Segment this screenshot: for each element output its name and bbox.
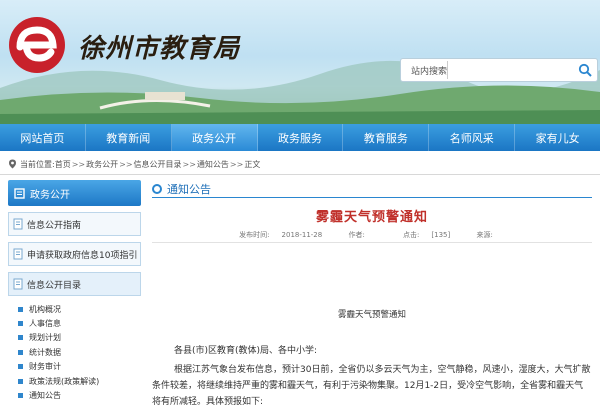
- article-paragraph: 根据江苏气象台发布信息，预计30日前，全省仍以多云天气为主，空气静稳，风速小，湿…: [152, 365, 591, 406]
- breadcrumb-prefix: 当前位置:: [20, 159, 55, 169]
- bullet-icon: [18, 393, 23, 399]
- doc-icon: [9, 278, 27, 290]
- nav-item-home[interactable]: 网站首页: [0, 124, 86, 151]
- sidebar-item-plans[interactable]: 规划计划: [8, 331, 141, 345]
- site-logo-text: 徐州市教育局: [78, 34, 241, 64]
- search-input[interactable]: [447, 61, 573, 79]
- main-nav: 网站首页 教育新闻 政务公开 政务服务 教育服务 名师风采 家有儿女: [0, 124, 600, 151]
- meta-date: 发布时间: 2018-11-28: [239, 231, 323, 239]
- meta-source: 来源:: [476, 231, 493, 239]
- sidebar-item-org[interactable]: 机构概况: [8, 302, 141, 316]
- sidebar-item-label: 政策法规(政策解读): [29, 376, 100, 386]
- breadcrumb-notices[interactable]: 通知公告: [197, 159, 229, 170]
- divider: [152, 242, 592, 243]
- search-label: 站内搜索: [411, 66, 448, 77]
- breadcrumb-sep: >>: [71, 159, 86, 169]
- sidebar-item-label: 人事信息: [29, 319, 61, 329]
- nav-item-teachers[interactable]: 名师风采: [429, 124, 516, 151]
- nav-item-news[interactable]: 教育新闻: [86, 124, 172, 151]
- sidebar-item-personnel[interactable]: 人事信息: [8, 316, 141, 330]
- bullet-icon: [18, 335, 23, 341]
- location-pin-icon: [9, 159, 16, 169]
- bullet-icon: [18, 349, 23, 355]
- sidebar-header-label: 政务公开: [30, 189, 70, 201]
- meta-author: 作者:: [348, 231, 365, 239]
- sidebar-item-statistics[interactable]: 统计数据: [8, 345, 141, 359]
- sidebar-item-label: 机构概况: [29, 304, 61, 314]
- sidebar-card-label: 信息公开指南: [27, 220, 82, 231]
- doc-icon: [9, 248, 27, 260]
- breadcrumb-home[interactable]: 首页: [55, 159, 71, 170]
- sidebar-card-apply[interactable]: 申请获取政府信息10项指引: [8, 242, 141, 266]
- search-button[interactable]: [572, 59, 597, 81]
- section-header: 通知公告: [152, 180, 592, 198]
- doc-icon: [9, 218, 27, 230]
- divider: [0, 174, 600, 175]
- sidebar: 政务公开 信息公开指南 申请获取政府信息10项指引 信息公开目录 机构概况 人事…: [8, 180, 141, 406]
- sidebar-item-label: 统计数据: [29, 347, 61, 357]
- bullet-icon: [18, 364, 23, 370]
- breadcrumb-current: 正文: [244, 159, 261, 169]
- breadcrumb-sep: >>: [229, 159, 244, 169]
- breadcrumb-sep: >>: [119, 159, 133, 169]
- sidebar-card-guide[interactable]: 信息公开指南: [8, 212, 141, 236]
- article-meta: 发布时间: 2018-11-28 作者: 点击: [135] 来源:: [152, 230, 592, 240]
- sidebar-header: 政务公开: [8, 180, 141, 206]
- sidebar-card-label: 申请获取政府信息10项指引: [27, 250, 138, 261]
- meta-clicks: 点击: [135]: [403, 231, 451, 239]
- sidebar-item-label: 通知公告: [29, 391, 61, 401]
- breadcrumb-info-catalog[interactable]: 信息公开目录: [134, 159, 182, 170]
- bullet-icon: [18, 378, 23, 384]
- logo-e-icon: [9, 17, 65, 73]
- site-search: 站内搜索: [400, 58, 598, 82]
- site-banner: 徐州市教育局 站内搜索: [0, 0, 600, 124]
- main-content: 通知公告 雾霾天气预警通知 发布时间: 2018-11-28 作者: 点击: [13…: [152, 180, 592, 406]
- nav-item-government-affairs[interactable]: 政务公开: [171, 124, 258, 151]
- breadcrumb-sep: >>: [182, 159, 196, 169]
- article-subtitle: 雾霾天气预警通知: [337, 310, 406, 320]
- nav-item-government-services[interactable]: 政务服务: [258, 124, 344, 151]
- article-title: 雾霾天气预警通知: [315, 210, 428, 225]
- sidebar-item-notices[interactable]: 通知公告: [8, 388, 141, 402]
- book-icon: [8, 187, 30, 199]
- sidebar-card-label: 信息公开目录: [27, 280, 82, 291]
- nav-item-education-services[interactable]: 教育服务: [343, 124, 430, 151]
- sidebar-item-policy[interactable]: 政策法规(政策解读): [8, 374, 141, 388]
- breadcrumb: 当前位置: 首页 >> 政务公开 >> 信息公开目录 >> 通知公告 >> 正文: [8, 156, 260, 172]
- sidebar-item-label: 财务审计: [29, 362, 61, 372]
- bullet-icon: [18, 321, 23, 327]
- sidebar-card-catalog[interactable]: 信息公开目录: [8, 272, 141, 296]
- sidebar-item-label: 规划计划: [29, 333, 61, 343]
- nav-item-family[interactable]: 家有儿女: [515, 124, 600, 151]
- search-icon: [578, 63, 592, 77]
- section-title: 通知公告: [167, 182, 211, 196]
- sidebar-item-finance[interactable]: 财务审计: [8, 360, 141, 374]
- breadcrumb-government-affairs[interactable]: 政务公开: [86, 159, 118, 170]
- sidebar-list: 机构概况 人事信息 规划计划 统计数据 财务审计 政策法规(政策解读) 通知公告: [8, 302, 141, 403]
- bullet-icon: [18, 306, 23, 312]
- article-salutation: 各县(市)区教育(教体)局、各中小学:: [174, 346, 318, 356]
- dot-circle-icon: [152, 183, 162, 194]
